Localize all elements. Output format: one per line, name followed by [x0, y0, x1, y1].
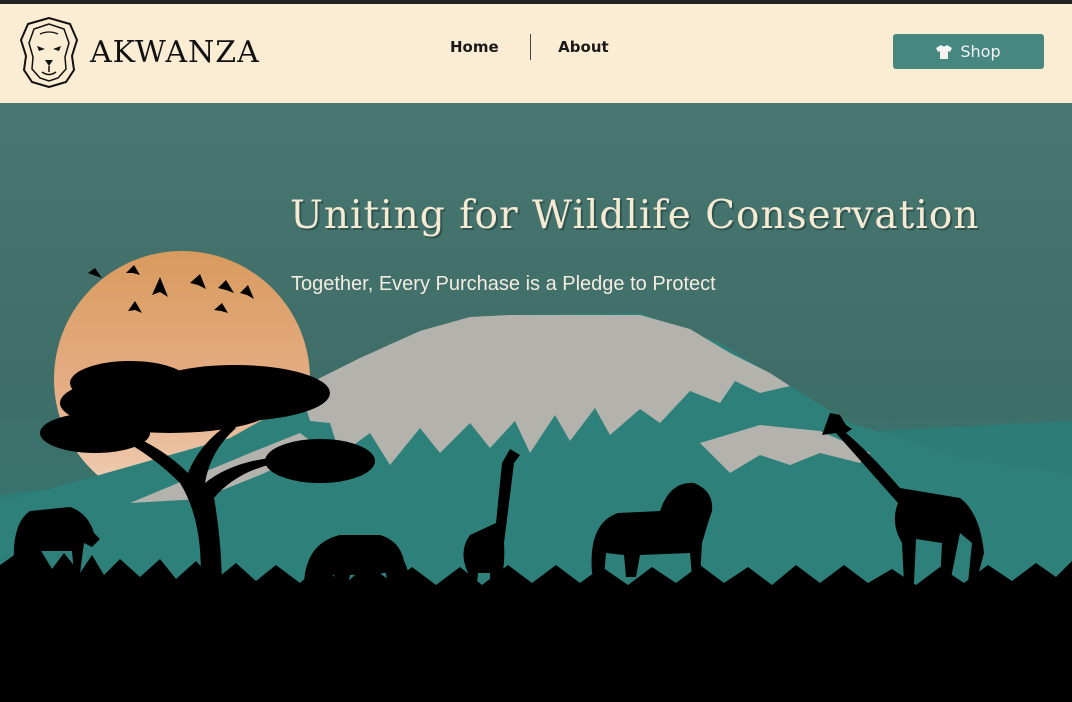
tshirt-icon — [936, 44, 953, 59]
hero-section: Uniting for Wildlife Conservation Togeth… — [0, 103, 1072, 702]
brand-name: AKWANZA — [90, 34, 260, 70]
shop-button[interactable]: Shop — [893, 34, 1044, 69]
hero-title: Uniting for Wildlife Conservation — [290, 193, 980, 238]
lion-head-icon — [19, 16, 79, 88]
nav-divider — [529, 34, 532, 60]
site-header: AKWANZA Home About Shop — [0, 4, 1072, 103]
logo[interactable]: AKWANZA — [18, 14, 278, 90]
nav-home-link[interactable]: Home — [450, 38, 499, 56]
nav-about-link[interactable]: About — [558, 38, 609, 56]
shop-button-label: Shop — [960, 42, 1001, 61]
hero-subtitle: Together, Every Purchase is a Pledge to … — [291, 273, 716, 295]
main-nav: Home About — [450, 32, 609, 62]
